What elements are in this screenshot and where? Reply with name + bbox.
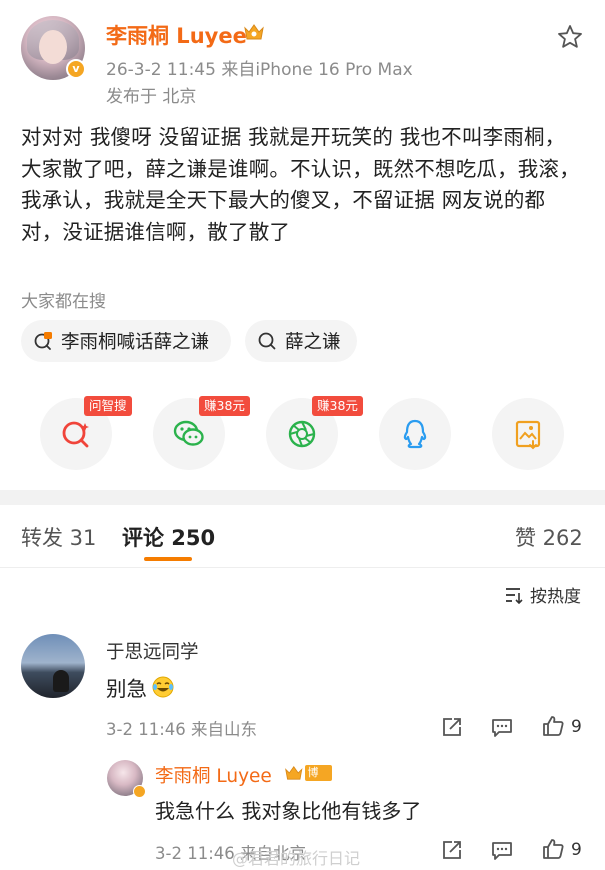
qq-share-button[interactable] — [379, 398, 451, 470]
ai-search-icon — [62, 421, 89, 448]
commenter-avatar[interactable] — [21, 634, 85, 698]
author-name[interactable]: 李雨桐 Luyee — [106, 20, 247, 50]
tab-comment[interactable]: 评论 250 — [122, 522, 215, 552]
reply-icon[interactable] — [490, 838, 514, 862]
hot-search-chip[interactable]: 薛之谦 — [245, 320, 357, 362]
hot-search-icon — [34, 332, 52, 350]
reply-text: 我急什么 我对象比他有钱多了 — [155, 799, 422, 823]
reply-avatar[interactable] — [107, 760, 146, 798]
author-avatar[interactable]: v — [21, 16, 86, 80]
author-badge: 博主 — [284, 763, 332, 795]
share-icon[interactable] — [440, 715, 464, 739]
star-icon[interactable] — [557, 24, 583, 50]
sort-label: 按热度 — [530, 587, 581, 607]
tabs-divider — [0, 567, 605, 568]
ai-search-button[interactable]: 问智搜 — [40, 396, 132, 470]
section-divider — [0, 490, 605, 505]
sort-icon — [506, 587, 523, 604]
wechat-share-button[interactable]: 赚38元 — [153, 396, 250, 470]
hot-search-chip-label: 李雨桐喊话薛之谦 — [61, 332, 210, 353]
like-count: 9 — [571, 840, 582, 860]
hot-search-chip-label: 薛之谦 — [285, 332, 341, 353]
moments-icon — [288, 420, 316, 448]
save-image-button[interactable] — [492, 398, 564, 470]
post-body: 对对对 我傻呀 没留证据 我就是开玩笑的 我也不叫李雨桐，大家散了吧，薛之谦是谁… — [21, 125, 580, 244]
reply-icon[interactable] — [490, 715, 514, 739]
verified-badge-icon: v — [66, 59, 86, 79]
avatar-figure — [53, 670, 69, 692]
hot-search-chip[interactable]: 李雨桐喊话薛之谦 — [21, 320, 231, 362]
share-tag: 赚38元 — [312, 396, 363, 416]
comment-text-row: 别急 — [106, 672, 175, 702]
crown-icon — [285, 766, 303, 780]
like-icon[interactable] — [541, 714, 565, 738]
sort-button[interactable]: 按热度 — [504, 582, 581, 607]
tab-like[interactable]: 赞 262 — [515, 522, 583, 552]
wechat-icon — [173, 420, 204, 446]
comment-text: 别急 — [106, 677, 147, 701]
share-tag: 赚38元 — [199, 396, 250, 416]
post-meta: 26-3-2 11:45 来自iPhone 16 Pro Max — [106, 60, 413, 80]
crown-icon — [244, 24, 264, 40]
commenter-name[interactable]: 于思远同学 — [106, 638, 199, 664]
laugh-cry-emoji-icon — [152, 676, 174, 698]
avatar-face — [39, 30, 67, 64]
active-tab-indicator — [144, 557, 192, 561]
post-location: 发布于 北京 — [106, 87, 197, 107]
search-icon — [258, 332, 276, 350]
watermark-text: @君君的旅行日记 — [232, 849, 361, 868]
hot-search-title: 大家都在搜 — [21, 292, 106, 312]
comment-meta: 3-2 11:46 来自山东 — [106, 720, 257, 739]
moments-share-button[interactable]: 赚38元 — [266, 396, 363, 470]
share-icon[interactable] — [440, 838, 464, 862]
verified-badge-icon — [133, 785, 146, 798]
like-count: 9 — [571, 717, 582, 737]
like-icon[interactable] — [541, 837, 565, 861]
save-image-icon — [515, 420, 541, 450]
reply-author-name[interactable]: 李雨桐 Luyee — [155, 762, 272, 788]
author-tag: 博主 — [304, 765, 332, 795]
watermark: @君君的旅行日记 — [232, 845, 360, 869]
qq-icon — [403, 419, 427, 449]
tab-repost[interactable]: 转发 31 — [21, 522, 96, 552]
share-tag: 问智搜 — [84, 396, 132, 416]
